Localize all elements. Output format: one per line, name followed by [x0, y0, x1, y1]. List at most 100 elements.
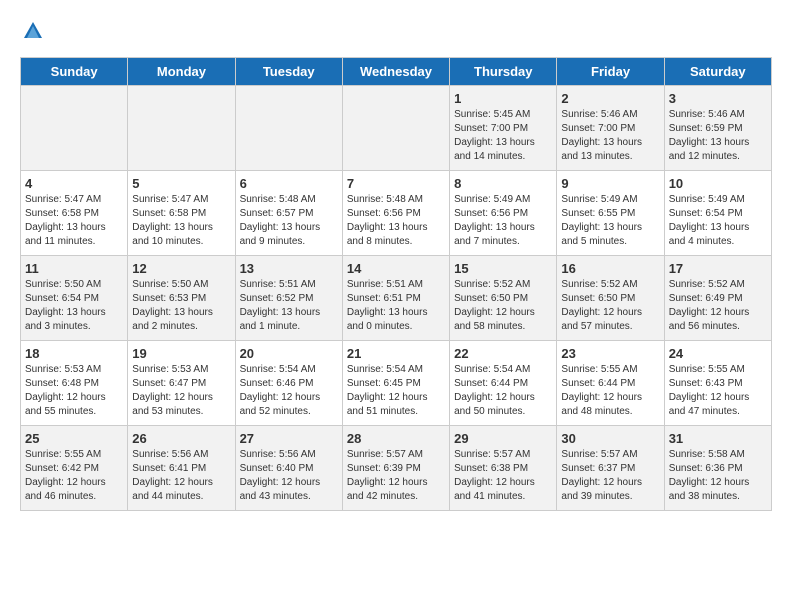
day-number: 17 — [669, 261, 767, 276]
day-number: 1 — [454, 91, 552, 106]
day-info: Sunrise: 5:46 AMSunset: 7:00 PMDaylight:… — [561, 108, 659, 164]
calendar-cell: 5 Sunrise: 5:47 AMSunset: 6:58 PMDaylight… — [128, 171, 235, 256]
calendar-week-4: 18Sunrise: 5:53 AMSunset: 6:48 PMDayligh… — [21, 341, 772, 426]
day-number: 30 — [561, 431, 659, 446]
day-info: Sunrise: 5:45 AMSunset: 7:00 PMDaylight:… — [454, 108, 552, 164]
day-number: 18 — [25, 346, 123, 361]
day-number: 28 — [347, 431, 445, 446]
calendar-cell: 29 Sunrise: 5:57 AMSunset: 6:38 PMDayligh… — [450, 426, 557, 511]
header — [20, 20, 772, 47]
day-info: Sunrise: 5:50 AMSunset: 6:53 PMDaylight:… — [132, 278, 230, 334]
day-info: Sunrise: 5:54 AMSunset: 6:45 PMDaylight:… — [347, 363, 445, 419]
day-number: 14 — [347, 261, 445, 276]
day-number: 7 — [347, 176, 445, 191]
day-info: Sunrise: 5:49 AMSunset: 6:56 PMDaylight:… — [454, 193, 552, 249]
day-info: Sunrise: 5:56 AMSunset: 6:41 PMDaylight:… — [132, 448, 230, 504]
calendar-cell: 16 Sunrise: 5:52 AMSunset: 6:50 PMDayligh… — [557, 256, 664, 341]
day-info: Sunrise: 5:48 AMSunset: 6:57 PMDaylight:… — [240, 193, 338, 249]
day-info: Sunrise: 5:48 AMSunset: 6:56 PMDaylight:… — [347, 193, 445, 249]
day-info: Sunrise: 5:57 AMSunset: 6:37 PMDaylight:… — [561, 448, 659, 504]
calendar-cell — [21, 86, 128, 171]
calendar-cell: 30 Sunrise: 5:57 AMSunset: 6:37 PMDayligh… — [557, 426, 664, 511]
day-number: 8 — [454, 176, 552, 191]
day-number: 31 — [669, 431, 767, 446]
calendar-cell: 25 Sunrise: 5:55 AMSunset: 6:42 PMDayligh… — [21, 426, 128, 511]
calendar-cell: 27 Sunrise: 5:56 AMSunset: 6:40 PMDayligh… — [235, 426, 342, 511]
day-info: Sunrise: 5:50 AMSunset: 6:54 PMDaylight:… — [25, 278, 123, 334]
day-info: Sunrise: 5:54 AMSunset: 6:44 PMDaylight:… — [454, 363, 552, 419]
day-info: Sunrise: 5:46 AMSunset: 6:59 PMDaylight:… — [669, 108, 767, 164]
day-info: Sunrise: 5:55 AMSunset: 6:43 PMDaylight:… — [669, 363, 767, 419]
day-info: Sunrise: 5:49 AMSunset: 6:54 PMDaylight:… — [669, 193, 767, 249]
calendar-cell: 4Sunrise: 5:47 AMSunset: 6:58 PMDaylight… — [21, 171, 128, 256]
day-number: 25 — [25, 431, 123, 446]
day-info: Sunrise: 5:54 AMSunset: 6:46 PMDaylight:… — [240, 363, 338, 419]
header-day-monday: Monday — [128, 58, 235, 86]
day-number: 20 — [240, 346, 338, 361]
day-number: 10 — [669, 176, 767, 191]
day-number: 3 — [669, 91, 767, 106]
calendar-cell: 1 Sunrise: 5:45 AMSunset: 7:00 PMDaylight… — [450, 86, 557, 171]
day-info: Sunrise: 5:57 AMSunset: 6:39 PMDaylight:… — [347, 448, 445, 504]
calendar-cell: 14 Sunrise: 5:51 AMSunset: 6:51 PMDayligh… — [342, 256, 449, 341]
calendar-week-1: 1 Sunrise: 5:45 AMSunset: 7:00 PMDaylight… — [21, 86, 772, 171]
day-number: 24 — [669, 346, 767, 361]
day-number: 19 — [132, 346, 230, 361]
calendar-cell: 19 Sunrise: 5:53 AMSunset: 6:47 PMDayligh… — [128, 341, 235, 426]
header-day-saturday: Saturday — [664, 58, 771, 86]
calendar-week-3: 11Sunrise: 5:50 AMSunset: 6:54 PMDayligh… — [21, 256, 772, 341]
day-info: Sunrise: 5:57 AMSunset: 6:38 PMDaylight:… — [454, 448, 552, 504]
day-info: Sunrise: 5:56 AMSunset: 6:40 PMDaylight:… — [240, 448, 338, 504]
day-info: Sunrise: 5:58 AMSunset: 6:36 PMDaylight:… — [669, 448, 767, 504]
header-day-sunday: Sunday — [21, 58, 128, 86]
calendar-table: SundayMondayTuesdayWednesdayThursdayFrid… — [20, 57, 772, 511]
calendar-cell: 8 Sunrise: 5:49 AMSunset: 6:56 PMDaylight… — [450, 171, 557, 256]
header-day-thursday: Thursday — [450, 58, 557, 86]
calendar-cell: 24 Sunrise: 5:55 AMSunset: 6:43 PMDayligh… — [664, 341, 771, 426]
calendar-cell: 13Sunrise: 5:51 AMSunset: 6:52 PMDayligh… — [235, 256, 342, 341]
day-info: Sunrise: 5:47 AMSunset: 6:58 PMDaylight:… — [132, 193, 230, 249]
calendar-cell: 2 Sunrise: 5:46 AMSunset: 7:00 PMDaylight… — [557, 86, 664, 171]
day-info: Sunrise: 5:55 AMSunset: 6:44 PMDaylight:… — [561, 363, 659, 419]
day-number: 5 — [132, 176, 230, 191]
day-info: Sunrise: 5:52 AMSunset: 6:50 PMDaylight:… — [561, 278, 659, 334]
day-number: 16 — [561, 261, 659, 276]
logo — [20, 20, 44, 47]
calendar-cell: 23 Sunrise: 5:55 AMSunset: 6:44 PMDayligh… — [557, 341, 664, 426]
calendar-cell: 12 Sunrise: 5:50 AMSunset: 6:53 PMDayligh… — [128, 256, 235, 341]
day-info: Sunrise: 5:53 AMSunset: 6:47 PMDaylight:… — [132, 363, 230, 419]
day-info: Sunrise: 5:49 AMSunset: 6:55 PMDaylight:… — [561, 193, 659, 249]
calendar-cell: 26 Sunrise: 5:56 AMSunset: 6:41 PMDayligh… — [128, 426, 235, 511]
header-day-wednesday: Wednesday — [342, 58, 449, 86]
calendar-cell: 17 Sunrise: 5:52 AMSunset: 6:49 PMDayligh… — [664, 256, 771, 341]
calendar-cell — [235, 86, 342, 171]
day-info: Sunrise: 5:51 AMSunset: 6:52 PMDaylight:… — [240, 278, 338, 334]
day-number: 12 — [132, 261, 230, 276]
calendar-cell: 9 Sunrise: 5:49 AMSunset: 6:55 PMDaylight… — [557, 171, 664, 256]
day-info: Sunrise: 5:47 AMSunset: 6:58 PMDaylight:… — [25, 193, 123, 249]
day-number: 2 — [561, 91, 659, 106]
calendar-header-row: SundayMondayTuesdayWednesdayThursdayFrid… — [21, 58, 772, 86]
calendar-cell: 28 Sunrise: 5:57 AMSunset: 6:39 PMDayligh… — [342, 426, 449, 511]
calendar-week-2: 4Sunrise: 5:47 AMSunset: 6:58 PMDaylight… — [21, 171, 772, 256]
calendar-cell: 3 Sunrise: 5:46 AMSunset: 6:59 PMDaylight… — [664, 86, 771, 171]
day-number: 29 — [454, 431, 552, 446]
day-number: 26 — [132, 431, 230, 446]
calendar-cell: 6Sunrise: 5:48 AMSunset: 6:57 PMDaylight… — [235, 171, 342, 256]
day-number: 23 — [561, 346, 659, 361]
calendar-cell: 22 Sunrise: 5:54 AMSunset: 6:44 PMDayligh… — [450, 341, 557, 426]
day-info: Sunrise: 5:52 AMSunset: 6:49 PMDaylight:… — [669, 278, 767, 334]
calendar-cell: 11Sunrise: 5:50 AMSunset: 6:54 PMDayligh… — [21, 256, 128, 341]
calendar-week-5: 25 Sunrise: 5:55 AMSunset: 6:42 PMDayligh… — [21, 426, 772, 511]
day-number: 27 — [240, 431, 338, 446]
day-number: 9 — [561, 176, 659, 191]
day-info: Sunrise: 5:55 AMSunset: 6:42 PMDaylight:… — [25, 448, 123, 504]
calendar-cell: 20 Sunrise: 5:54 AMSunset: 6:46 PMDayligh… — [235, 341, 342, 426]
calendar-cell — [342, 86, 449, 171]
calendar-cell: 15Sunrise: 5:52 AMSunset: 6:50 PMDayligh… — [450, 256, 557, 341]
calendar-cell: 31 Sunrise: 5:58 AMSunset: 6:36 PMDayligh… — [664, 426, 771, 511]
day-info: Sunrise: 5:52 AMSunset: 6:50 PMDaylight:… — [454, 278, 552, 334]
day-number: 22 — [454, 346, 552, 361]
day-info: Sunrise: 5:51 AMSunset: 6:51 PMDaylight:… — [347, 278, 445, 334]
logo-icon — [22, 29, 44, 46]
